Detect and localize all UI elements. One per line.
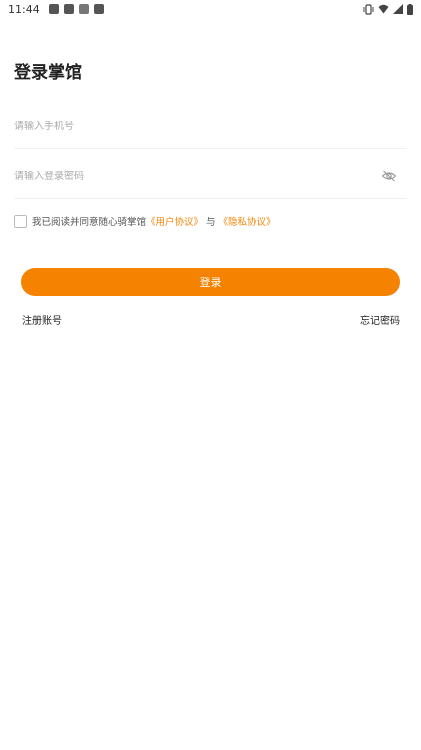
- a-notification-icon: [78, 4, 89, 14]
- forgot-password-link[interactable]: 忘记密码: [360, 312, 400, 327]
- app-notification-icon: [48, 4, 59, 14]
- eye-off-icon[interactable]: [381, 168, 397, 184]
- app-notification-icon: [63, 4, 74, 14]
- password-input[interactable]: [14, 170, 354, 182]
- agreement-row: 我已阅读并同意随心骑掌馆 《用户协议》 与 《隐私协议》: [14, 214, 276, 228]
- phone-input[interactable]: [14, 120, 354, 132]
- privacy-policy-link[interactable]: 《隐私协议》: [219, 214, 276, 228]
- login-button[interactable]: 登录: [21, 268, 400, 296]
- user-agreement-link[interactable]: 《用户协议》: [146, 214, 203, 228]
- phone-field: [14, 104, 407, 149]
- status-bar: 11:44: [0, 0, 421, 18]
- page-title: 登录掌馆: [14, 63, 82, 83]
- agreement-checkbox[interactable]: [14, 214, 27, 228]
- agreement-conjunction: 与: [206, 217, 216, 228]
- status-right: [363, 3, 413, 15]
- wifi-icon: [378, 4, 389, 14]
- status-time: 11:44: [8, 2, 40, 16]
- password-field: [14, 154, 407, 199]
- vibrate-icon: [363, 3, 374, 15]
- register-link[interactable]: 注册账号: [22, 312, 62, 327]
- signal-icon: [393, 4, 403, 14]
- status-left: 11:44: [8, 3, 104, 16]
- battery-icon: [407, 3, 413, 15]
- agreement-prefix: 我已阅读并同意随心骑掌馆: [32, 217, 147, 228]
- app-notification-icon: [93, 4, 104, 14]
